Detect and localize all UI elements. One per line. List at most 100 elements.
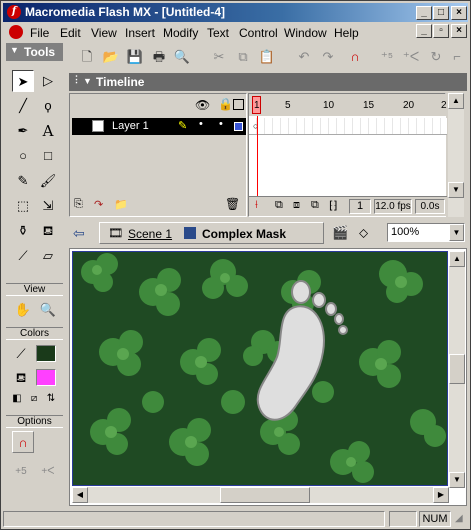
- collapse-arrow-icon[interactable]: ▼: [10, 45, 19, 55]
- hand-tool-icon[interactable]: ✋: [12, 299, 34, 321]
- rectangle-tool-icon[interactable]: □: [37, 145, 59, 167]
- menu-view[interactable]: View: [91, 26, 117, 40]
- timeline-header[interactable]: ⋮ ▼ Timeline: [69, 73, 467, 91]
- paste-icon[interactable]: 📋: [257, 47, 277, 67]
- ink-bottle-tool-icon[interactable]: ⚱: [12, 220, 34, 242]
- document-icon[interactable]: [9, 25, 23, 39]
- smooth-option-icon[interactable]: +5: [10, 461, 32, 483]
- snap-to-objects-icon[interactable]: ∩: [12, 431, 34, 453]
- menu-insert[interactable]: Insert: [125, 26, 155, 40]
- straighten-icon[interactable]: ⁺ᐸ: [401, 47, 421, 67]
- stage-horizontal-scrollbar[interactable]: ◀ ▶: [72, 487, 449, 503]
- layer-outline-color-box[interactable]: [234, 122, 243, 131]
- free-transform-tool-icon[interactable]: ⬚: [12, 195, 34, 217]
- scroll-down-arrow-icon[interactable]: ▼: [448, 182, 464, 198]
- visibility-dot[interactable]: •: [199, 118, 203, 130]
- menu-window[interactable]: Window: [284, 26, 327, 40]
- eyedropper-tool-icon[interactable]: ⟋: [12, 245, 34, 267]
- redo-icon[interactable]: ↷: [318, 47, 338, 67]
- default-colors-icon[interactable]: ◧: [9, 391, 25, 407]
- delete-layer-icon[interactable]: 🗑: [225, 197, 240, 211]
- pen-tool-icon[interactable]: ✒: [12, 120, 34, 142]
- onion-skin-icon[interactable]: ⧉: [275, 199, 283, 212]
- stroke-color-swatch[interactable]: [36, 345, 56, 362]
- tools-header[interactable]: ▼ Tools: [6, 43, 63, 61]
- title-bar[interactable]: f Macromedia Flash MX - [Untitled-4] _ □…: [3, 3, 468, 22]
- doc-minimize-button[interactable]: _: [416, 24, 432, 38]
- scroll-right-arrow-icon[interactable]: ▶: [433, 487, 449, 503]
- flash-app-icon[interactable]: f: [7, 5, 21, 19]
- scroll-up-arrow-icon[interactable]: ▲: [449, 251, 465, 267]
- lasso-tool-icon[interactable]: ϙ: [37, 95, 59, 117]
- copy-icon[interactable]: ⧉: [233, 47, 253, 67]
- scale-icon[interactable]: ⌐: [447, 47, 467, 67]
- open-folder-icon[interactable]: 📂: [101, 47, 121, 67]
- minimize-button[interactable]: _: [416, 6, 432, 20]
- frame-ruler[interactable]: 1 5 10 15 20 2: [249, 94, 447, 116]
- smooth-icon[interactable]: ⁺⁵: [377, 47, 397, 67]
- back-arrow-icon[interactable]: ⇦: [73, 225, 85, 242]
- save-icon[interactable]: 💾: [125, 47, 145, 67]
- stage-canvas[interactable]: [72, 251, 448, 486]
- layer-name[interactable]: Layer 1: [112, 120, 149, 132]
- scroll-left-arrow-icon[interactable]: ◀: [72, 487, 88, 503]
- insert-layer-icon[interactable]: ⎘: [74, 198, 83, 211]
- paint-bucket-tool-icon[interactable]: ⛾: [37, 220, 59, 242]
- timeline-scrollbar[interactable]: ▲ ▼: [448, 93, 464, 217]
- pencil-tool-icon[interactable]: ✎: [12, 170, 34, 192]
- edit-symbols-icon[interactable]: ⬦: [359, 225, 368, 241]
- new-file-icon[interactable]: 🗋: [77, 47, 97, 67]
- menu-modify[interactable]: Modify: [163, 26, 198, 40]
- zoom-tool-icon[interactable]: 🔍: [37, 299, 59, 321]
- print-preview-icon[interactable]: 🔍: [172, 47, 192, 67]
- scene-link[interactable]: Scene 1: [128, 227, 172, 241]
- doc-restore-button[interactable]: ▫: [433, 24, 449, 38]
- stage-area[interactable]: ▲ ▼ ◀ ▶: [69, 248, 467, 506]
- frame-rate[interactable]: 12.0 fps: [374, 199, 412, 214]
- frame-cells-row[interactable]: ○: [249, 118, 447, 135]
- stage-vertical-scrollbar[interactable]: ▲ ▼: [449, 251, 465, 488]
- zoom-select[interactable]: 100% ▼: [387, 223, 465, 242]
- snap-magnet-icon[interactable]: ∩: [345, 47, 365, 67]
- undo-icon[interactable]: ↶: [294, 47, 314, 67]
- collapse-arrow-icon[interactable]: ▼: [83, 76, 92, 86]
- menu-control[interactable]: Control: [239, 26, 278, 40]
- scroll-up-arrow-icon[interactable]: ▲: [448, 93, 464, 109]
- show-hide-eye-icon[interactable]: 👁: [195, 98, 210, 112]
- menu-edit[interactable]: Edit: [60, 26, 81, 40]
- scroll-down-arrow-icon[interactable]: ▼: [449, 472, 465, 488]
- line-tool-icon[interactable]: ╱: [12, 95, 34, 117]
- resize-grip-icon[interactable]: ◢: [455, 513, 463, 524]
- cut-icon[interactable]: ✂: [209, 47, 229, 67]
- outline-icon[interactable]: [233, 99, 244, 110]
- menu-text[interactable]: Text: [207, 26, 229, 40]
- oval-tool-icon[interactable]: ○: [12, 145, 34, 167]
- center-frame-icon[interactable]: ⟊: [255, 199, 258, 212]
- lock-dot[interactable]: •: [219, 118, 223, 130]
- fill-transform-tool-icon[interactable]: ⇲: [37, 195, 59, 217]
- arrow-tool-icon[interactable]: ➤: [12, 70, 34, 92]
- maximize-button[interactable]: □: [433, 6, 449, 20]
- doc-close-button[interactable]: ×: [451, 24, 467, 38]
- chevron-down-icon[interactable]: ▼: [449, 224, 464, 241]
- insert-layer-folder-icon[interactable]: 📁: [114, 198, 128, 211]
- add-motion-guide-icon[interactable]: ↷: [94, 198, 103, 211]
- eraser-tool-icon[interactable]: ▱: [37, 245, 59, 267]
- layer-row[interactable]: Layer 1 ✎ • •: [72, 118, 246, 135]
- menu-help[interactable]: Help: [334, 26, 359, 40]
- modify-onion-markers-icon[interactable]: ⁅⁆: [329, 199, 338, 212]
- no-color-icon[interactable]: ⧄: [26, 391, 42, 407]
- scroll-thumb[interactable]: [220, 487, 310, 503]
- onion-outlines-icon[interactable]: ⧈: [293, 199, 300, 212]
- scroll-thumb[interactable]: [449, 354, 465, 384]
- symbol-name[interactable]: Complex Mask: [202, 227, 286, 241]
- menu-file[interactable]: File: [30, 26, 49, 40]
- subselect-tool-icon[interactable]: ▷: [37, 70, 59, 92]
- text-tool-icon[interactable]: A: [37, 120, 59, 142]
- swap-colors-icon[interactable]: ⇅: [43, 391, 59, 407]
- lock-icon[interactable]: 🔒: [218, 97, 233, 111]
- rotate-icon[interactable]: ↻: [426, 47, 446, 67]
- fill-color-swatch[interactable]: [36, 369, 56, 386]
- print-icon[interactable]: 🖶: [149, 47, 169, 67]
- edit-multiple-frames-icon[interactable]: ⧉: [311, 199, 319, 212]
